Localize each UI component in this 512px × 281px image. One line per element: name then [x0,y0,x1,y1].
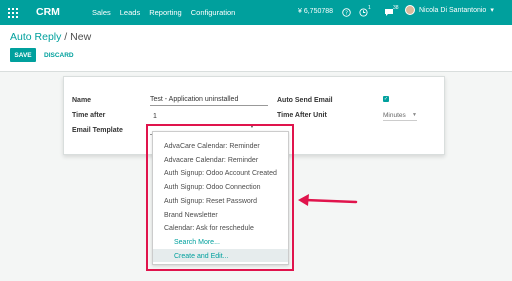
app-brand: CRM [36,6,60,18]
messages-badge: 38 [393,5,399,11]
activity-badge: 1 [368,5,371,11]
breadcrumb-separator: / [64,31,68,43]
highlight-box [146,124,294,271]
top-navbar: CRM Sales Leads Reporting Configuration … [0,0,512,25]
main-menu: Sales Leads Reporting Configuration [92,8,235,17]
arrow-left-icon [298,194,358,206]
svg-text:?: ? [345,11,348,17]
breadcrumb-current: New [70,31,92,43]
time-after-field[interactable]: 1 [153,113,157,120]
name-field[interactable]: Test - Application uninstalled [150,96,268,106]
discard-button[interactable]: DISCARD [44,52,74,59]
breadcrumb-parent[interactable]: Auto Reply [10,31,61,43]
menu-item-reporting[interactable]: Reporting [149,8,182,17]
menu-item-sales[interactable]: Sales [92,8,111,17]
activity-clock-icon[interactable] [359,8,368,19]
email-template-label: Email Template [72,127,123,134]
caret-down-icon[interactable]: ▼ [412,112,417,118]
menu-item-configuration[interactable]: Configuration [191,8,236,17]
balance-display[interactable]: ¥ 6,750788 [298,8,333,15]
save-button[interactable]: SAVE [10,48,36,62]
time-after-unit-label: Time After Unit [277,112,327,119]
auto-send-label: Auto Send Email [277,97,333,104]
breadcrumb: Auto Reply / New [10,31,91,43]
control-panel: Auto Reply / New SAVE DISCARD [0,25,512,72]
name-label: Name [72,97,92,104]
menu-item-leads[interactable]: Leads [120,8,140,17]
user-menu[interactable]: Nicola Di Santantonio ▾ [405,5,494,15]
auto-send-checkbox[interactable]: ✓ [383,96,389,102]
chevron-down-icon: ▾ [490,7,494,14]
avatar [405,5,415,15]
user-name: Nicola Di Santantonio [419,6,487,14]
help-icon[interactable]: ? [342,8,351,19]
time-after-label: Time after [72,112,106,119]
apps-grid-icon[interactable] [8,8,18,18]
